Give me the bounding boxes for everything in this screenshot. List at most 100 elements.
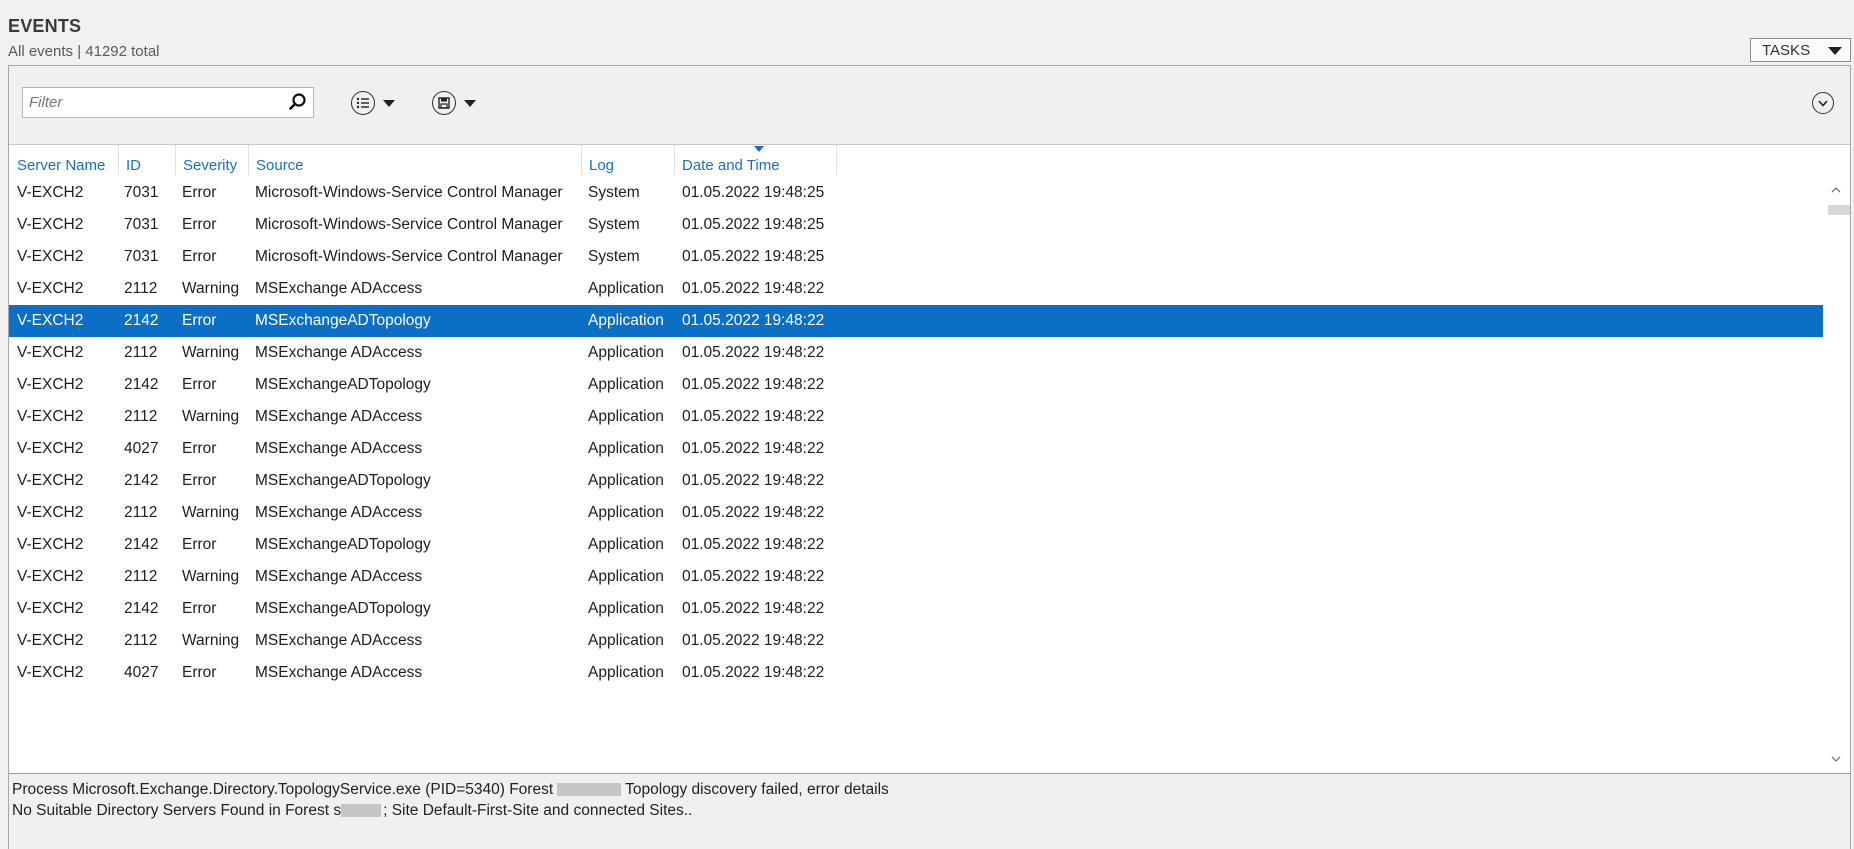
cell-severity: Error bbox=[182, 472, 217, 489]
cell-server: V-EXCH2 bbox=[17, 248, 84, 265]
sort-descending-icon bbox=[754, 146, 764, 152]
table-row[interactable]: V-EXCH2 2142 Error MSExchangeADTopology Appl… bbox=[9, 465, 1823, 497]
cell-log: System bbox=[588, 216, 640, 233]
cell-source: Microsoft-Windows-Service Control Manage… bbox=[255, 216, 563, 233]
table-row[interactable]: V-EXCH2 2112 Warning MSExchange ADAccess App… bbox=[9, 561, 1823, 593]
cell-id: 2112 bbox=[124, 632, 158, 649]
column-label: ID bbox=[126, 157, 141, 174]
cell-server: V-EXCH2 bbox=[17, 216, 84, 233]
cell-source: Microsoft-Windows-Service Control Manage… bbox=[255, 248, 563, 265]
cell-datetime: 01.05.2022 19:48:22 bbox=[682, 632, 825, 649]
column-label: Date and Time bbox=[682, 157, 780, 174]
cell-id: 4027 bbox=[124, 664, 159, 681]
events-subtitle: All events | 41292 total bbox=[8, 43, 160, 60]
cell-source: MSExchange ADAccess bbox=[255, 408, 423, 425]
cell-log: Application bbox=[588, 408, 664, 425]
cell-id: 2112 bbox=[124, 568, 158, 585]
event-details-pane: Process Microsoft.Exchange.Directory.Top… bbox=[9, 773, 1850, 849]
table-row[interactable]: V-EXCH2 2112 Warning MSExchange ADAccess App… bbox=[9, 497, 1823, 529]
tasks-button[interactable]: TASKS bbox=[1750, 38, 1851, 62]
cell-log: Application bbox=[588, 536, 664, 553]
column-server-name[interactable]: Server Name bbox=[9, 145, 118, 175]
table-row[interactable]: V-EXCH2 4027 Error MSExchange ADAccess Appli… bbox=[9, 433, 1823, 465]
search-icon[interactable] bbox=[288, 92, 308, 112]
cell-severity: Warning bbox=[182, 632, 240, 649]
expand-icon[interactable] bbox=[1812, 92, 1834, 114]
cell-server: V-EXCH2 bbox=[17, 632, 84, 649]
save-query-button[interactable] bbox=[432, 90, 476, 116]
column-source[interactable]: Source bbox=[248, 145, 581, 175]
filter-input[interactable] bbox=[23, 88, 273, 117]
cell-log: Application bbox=[588, 632, 664, 649]
vertical-scrollbar[interactable] bbox=[1823, 176, 1850, 773]
cell-id: 7031 bbox=[124, 184, 159, 201]
cell-server: V-EXCH2 bbox=[17, 472, 84, 489]
column-severity[interactable]: Severity bbox=[175, 145, 248, 175]
cell-log: Application bbox=[588, 664, 664, 681]
scrollbar-thumb[interactable] bbox=[1828, 205, 1850, 215]
table-row[interactable]: V-EXCH2 2112 Warning MSExchange ADAccess App… bbox=[9, 625, 1823, 657]
details-text: Topology discovery failed, error details bbox=[625, 781, 889, 798]
table-row[interactable]: V-EXCH2 2142 Error MSExchangeADTopology Appl… bbox=[9, 529, 1823, 561]
save-icon bbox=[432, 91, 456, 115]
column-label: Source bbox=[256, 157, 304, 174]
cell-severity: Error bbox=[182, 216, 217, 233]
cell-server: V-EXCH2 bbox=[17, 376, 84, 393]
cell-severity: Error bbox=[182, 664, 217, 681]
table-row[interactable]: V-EXCH2 2112 Warning MSExchange ADAccess App… bbox=[9, 401, 1823, 433]
cell-datetime: 01.05.2022 19:48:22 bbox=[682, 664, 825, 681]
scroll-down-icon[interactable] bbox=[1830, 753, 1842, 765]
cell-severity: Error bbox=[182, 248, 217, 265]
table-row[interactable]: V-EXCH2 2142 Error MSExchangeADTopology Appl… bbox=[9, 593, 1823, 625]
cell-log: Application bbox=[588, 376, 664, 393]
table-row[interactable]: V-EXCH2 4027 Error MSExchange ADAccess Appli… bbox=[9, 657, 1823, 689]
cell-server: V-EXCH2 bbox=[17, 536, 84, 553]
events-panel: Server Name ID Severity Source Log Date … bbox=[8, 65, 1851, 849]
filter-box bbox=[22, 87, 314, 118]
table-row[interactable]: V-EXCH2 7031 Error Microsoft-Windows-Servic… bbox=[9, 241, 1823, 273]
cell-datetime: 01.05.2022 19:48:22 bbox=[682, 440, 825, 457]
cell-log: Application bbox=[588, 280, 664, 297]
cell-source: MSExchange ADAccess bbox=[255, 504, 423, 521]
cell-severity: Warning bbox=[182, 568, 240, 585]
view-options-button[interactable] bbox=[351, 90, 395, 116]
column-id[interactable]: ID bbox=[118, 145, 175, 175]
cell-severity: Error bbox=[182, 184, 217, 201]
table-row[interactable]: V-EXCH2 7031 Error Microsoft-Windows-Servic… bbox=[9, 177, 1823, 209]
cell-datetime: 01.05.2022 19:48:22 bbox=[682, 280, 825, 297]
cell-id: 2112 bbox=[124, 344, 158, 361]
cell-id: 2142 bbox=[124, 472, 159, 489]
table-row[interactable]: V-EXCH2 2142 Error MSExchangeADTopology Appl… bbox=[9, 305, 1823, 337]
cell-id: 2112 bbox=[124, 280, 158, 297]
cell-source: MSExchange ADAccess bbox=[255, 632, 423, 649]
table-row[interactable]: V-EXCH2 2142 Error MSExchangeADTopology Appl… bbox=[9, 369, 1823, 401]
table-row[interactable]: V-EXCH2 2112 Warning MSExchange ADAccess App… bbox=[9, 337, 1823, 369]
cell-server: V-EXCH2 bbox=[17, 600, 84, 617]
cell-datetime: 01.05.2022 19:48:22 bbox=[682, 536, 825, 553]
cell-server: V-EXCH2 bbox=[17, 408, 84, 425]
column-date-and-time[interactable]: Date and Time bbox=[674, 145, 826, 175]
cell-log: Application bbox=[588, 440, 664, 457]
cell-source: MSExchange ADAccess bbox=[255, 440, 423, 457]
column-divider[interactable] bbox=[836, 145, 837, 175]
scroll-up-icon[interactable] bbox=[1830, 184, 1842, 196]
cell-source: MSExchangeADTopology bbox=[255, 536, 431, 553]
events-title: EVENTS bbox=[8, 16, 82, 36]
cell-log: Application bbox=[588, 344, 664, 361]
cell-log: Application bbox=[588, 568, 664, 585]
table-row[interactable]: V-EXCH2 7031 Error Microsoft-Windows-Servic… bbox=[9, 209, 1823, 241]
cell-datetime: 01.05.2022 19:48:22 bbox=[682, 504, 825, 521]
redacted-block bbox=[557, 783, 622, 797]
cell-log: Application bbox=[588, 312, 664, 329]
table-row[interactable]: V-EXCH2 2112 Warning MSExchange ADAccess App… bbox=[9, 273, 1823, 305]
cell-id: 7031 bbox=[124, 216, 159, 233]
chevron-down-icon bbox=[464, 99, 476, 107]
cell-source: MSExchangeADTopology bbox=[255, 600, 431, 617]
cell-datetime: 01.05.2022 19:48:22 bbox=[682, 568, 825, 585]
details-text: Process Microsoft.Exchange.Directory.Top… bbox=[12, 781, 554, 798]
column-log[interactable]: Log bbox=[581, 145, 674, 175]
cell-severity: Error bbox=[182, 600, 217, 617]
cell-severity: Error bbox=[182, 312, 217, 329]
cell-severity: Warning bbox=[182, 408, 240, 425]
cell-severity: Error bbox=[182, 536, 217, 553]
